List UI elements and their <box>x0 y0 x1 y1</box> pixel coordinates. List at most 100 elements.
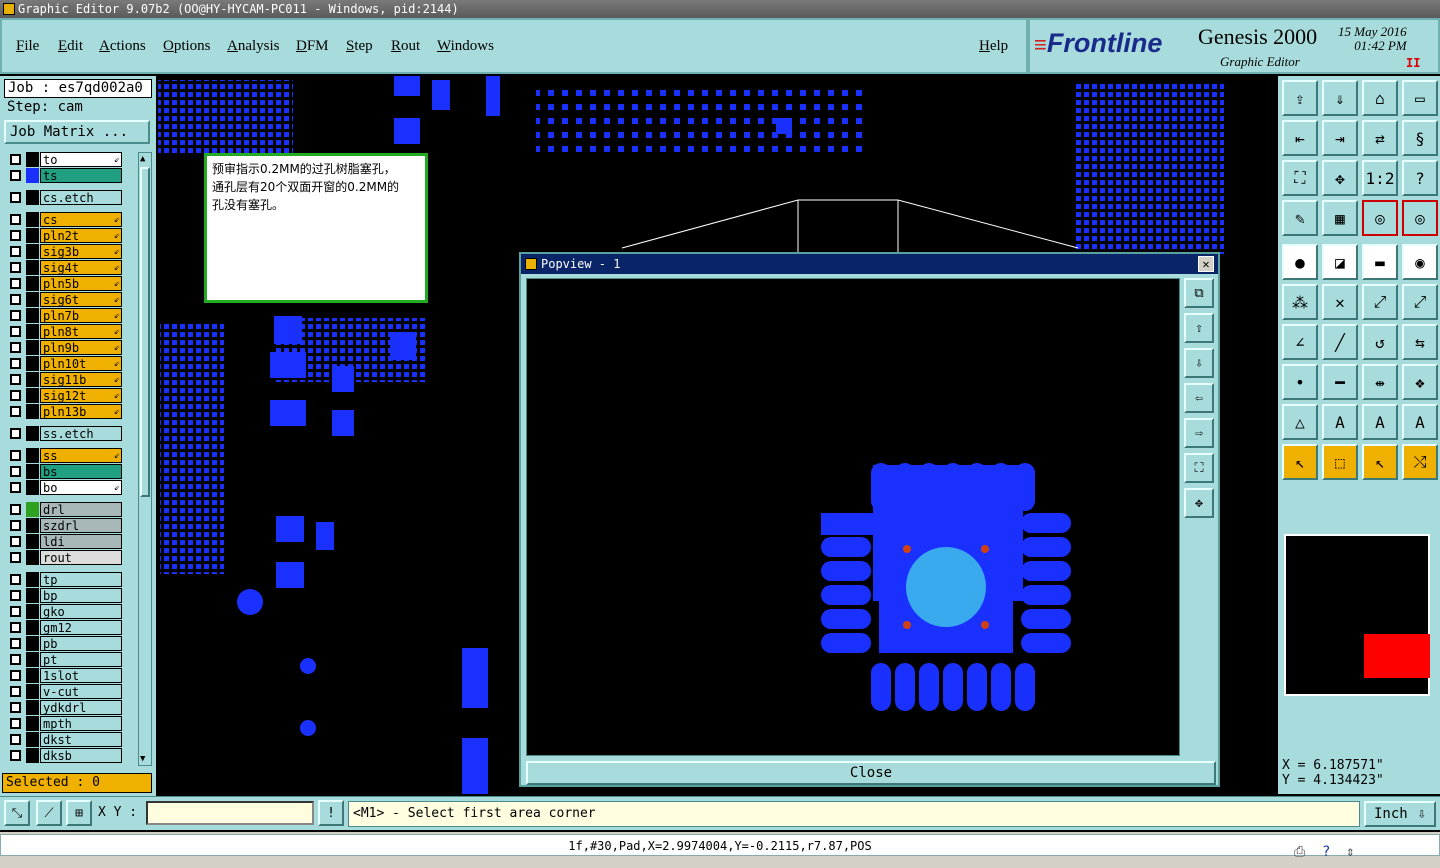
zoom-box-icon[interactable]: ⤡ <box>4 800 30 826</box>
menu-actions[interactable]: Actions <box>99 38 146 55</box>
layer-checkbox[interactable] <box>10 552 21 563</box>
snap-alt-icon[interactable]: ◎ <box>1402 200 1438 236</box>
menu-dfm[interactable]: DFM <box>296 38 329 55</box>
layer-checkbox[interactable] <box>10 406 21 417</box>
ruler-icon[interactable]: ▬ <box>1362 244 1398 280</box>
menu-step[interactable]: Step <box>346 38 373 55</box>
layer-name[interactable]: ydkdrl <box>40 700 122 715</box>
layer-name[interactable]: sig11b <box>40 372 122 387</box>
add-line-icon[interactable]: ◪ <box>1322 244 1358 280</box>
net-icon[interactable]: ⁂ <box>1282 284 1318 320</box>
layer-name[interactable]: rout <box>40 550 122 565</box>
layer-row[interactable]: sig11b ⇙ <box>4 372 126 387</box>
popview-close-button[interactable]: Close <box>526 761 1216 785</box>
layer-checkbox[interactable] <box>10 310 21 321</box>
layer-row[interactable]: pln9b ⇙ <box>4 340 126 355</box>
layer-checkbox[interactable] <box>10 450 21 461</box>
layer-row[interactable]: pln13b ⇙ <box>4 404 126 419</box>
layer-checkbox[interactable] <box>10 482 21 493</box>
home-icon[interactable]: ⌂ <box>1362 80 1398 116</box>
layer-name[interactable]: pln10t <box>40 356 122 371</box>
pointer-icon[interactable]: ↖ <box>1282 444 1318 480</box>
layer-row[interactable]: sig6t ⇙ <box>4 292 126 307</box>
layer-row[interactable]: sig12t ⇙ <box>4 388 126 403</box>
layer-name[interactable]: sig6t <box>40 292 122 307</box>
arrows-icon[interactable]: ⇕ <box>1346 844 1354 860</box>
layer-checkbox[interactable] <box>10 750 21 761</box>
layer-row[interactable]: szdrl <box>4 518 126 533</box>
popview-down-icon[interactable]: ⇩ <box>1184 348 1214 378</box>
layer-name[interactable]: pt <box>40 652 122 667</box>
layer-checkbox[interactable] <box>10 294 21 305</box>
layer-checkbox[interactable] <box>10 504 21 515</box>
triangle-a-icon[interactable]: △ <box>1282 404 1318 440</box>
fit-icon[interactable]: ⛶ <box>1282 160 1318 196</box>
layer-row[interactable]: bs <box>4 464 126 479</box>
popview-fit-icon[interactable]: ⛶ <box>1184 453 1214 483</box>
layer-checkbox[interactable] <box>10 374 21 385</box>
menu-windows[interactable]: Windows <box>437 38 494 55</box>
layer-row[interactable]: cs ⇙ <box>4 212 126 227</box>
menu-rout[interactable]: Rout <box>391 38 420 55</box>
layer-checkbox[interactable] <box>10 520 21 531</box>
layer-row[interactable]: v-cut <box>4 684 126 699</box>
layer-name[interactable]: bp <box>40 588 122 603</box>
measure-icon[interactable]: ✎ <box>1282 200 1318 236</box>
layer-name[interactable]: ts <box>40 168 122 183</box>
layer-name[interactable]: pln5b <box>40 276 122 291</box>
layer-name[interactable]: to <box>40 152 122 167</box>
layer-name[interactable]: drl <box>40 502 122 517</box>
menu-file[interactable]: File <box>16 38 39 55</box>
minimap[interactable] <box>1284 534 1430 696</box>
move-icon[interactable]: ⤢ <box>1362 284 1398 320</box>
job-matrix-button[interactable]: Job Matrix ... <box>4 120 150 144</box>
close-icon[interactable]: ✕ <box>1198 256 1214 272</box>
layer-row[interactable]: dkst <box>4 732 126 747</box>
grid-icon[interactable]: ▦ <box>1322 200 1358 236</box>
flip-icon[interactable]: ⇆ <box>1402 324 1438 360</box>
layer-row[interactable]: pln2t ⇙ <box>4 228 126 243</box>
layer-name[interactable]: sig4t <box>40 260 122 275</box>
layer-row[interactable]: 1slot <box>4 668 126 683</box>
layer-name[interactable]: pln8t <box>40 324 122 339</box>
swap-icon[interactable]: ⇄ <box>1362 120 1398 156</box>
layer-name[interactable]: gm12 <box>40 620 122 635</box>
layer-row[interactable]: sig3b ⇙ <box>4 244 126 259</box>
layer-checkbox[interactable] <box>10 536 21 547</box>
layer-checkbox[interactable] <box>10 654 21 665</box>
layer-row[interactable]: ydkdrl <box>4 700 126 715</box>
layer-name[interactable]: v-cut <box>40 684 122 699</box>
popview-center-icon[interactable]: ✥ <box>1184 488 1214 518</box>
center-icon[interactable]: ✥ <box>1322 160 1358 196</box>
redraw-icon[interactable]: § <box>1402 120 1438 156</box>
layer-checkbox[interactable] <box>10 466 21 477</box>
grid-icon[interactable]: ⊞ <box>66 800 92 826</box>
popview-right-icon[interactable]: ⇨ <box>1184 418 1214 448</box>
popview-zoom-icon[interactable]: ⧉ <box>1184 278 1214 308</box>
layer-checkbox[interactable] <box>10 590 21 601</box>
scroll-thumb[interactable] <box>140 167 150 497</box>
layer-name[interactable]: sig3b <box>40 244 122 259</box>
triangle-d-icon[interactable]: A <box>1402 404 1438 440</box>
layer-name[interactable]: 1slot <box>40 668 122 683</box>
menu-help[interactable]: Help <box>979 38 1008 55</box>
layer-checkbox[interactable] <box>10 170 21 181</box>
layer-name[interactable]: bs <box>40 464 122 479</box>
layer-checkbox[interactable] <box>10 390 21 401</box>
save-icon[interactable]: ⇓ <box>1322 80 1358 116</box>
zoom-prev-icon[interactable]: ⇤ <box>1282 120 1318 156</box>
line-icon[interactable]: ╱ <box>1322 324 1358 360</box>
copy-icon[interactable]: ⤢ <box>1402 284 1438 320</box>
arc-icon[interactable]: ↺ <box>1362 324 1398 360</box>
layer-row[interactable]: pln5b ⇙ <box>4 276 126 291</box>
triangle-c-icon[interactable]: A <box>1362 404 1398 440</box>
layer-name[interactable]: pln2t <box>40 228 122 243</box>
scroll-down-icon[interactable]: ▼ <box>140 753 150 765</box>
layer-name[interactable]: pln7b <box>40 308 122 323</box>
layer-checkbox[interactable] <box>10 702 21 713</box>
route-icon[interactable]: ⤭ <box>1402 444 1438 480</box>
layer-checkbox[interactable] <box>10 246 21 257</box>
layer-checkbox[interactable] <box>10 342 21 353</box>
layer-name[interactable]: bo <box>40 480 122 495</box>
query-icon[interactable]: ? <box>1402 160 1438 196</box>
